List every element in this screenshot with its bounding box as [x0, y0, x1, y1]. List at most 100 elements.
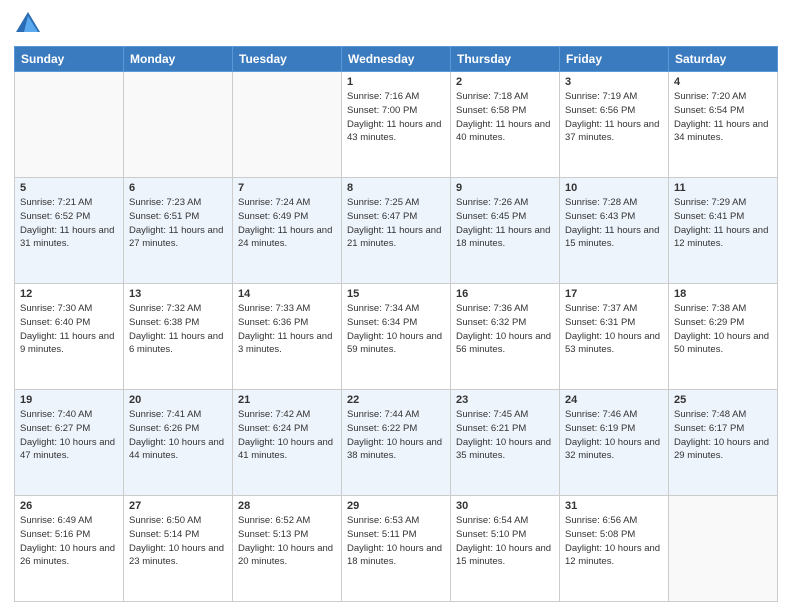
day-info: Sunrise: 7:20 AMSunset: 6:54 PMDaylight:…: [674, 90, 772, 145]
day-number: 27: [129, 500, 227, 512]
day-number: 26: [20, 500, 118, 512]
calendar-cell: 7Sunrise: 7:24 AMSunset: 6:49 PMDaylight…: [233, 178, 342, 284]
day-number: 6: [129, 182, 227, 194]
calendar-cell: 20 Sunrise: 7:41 AMSunset: 6:26 PMDayligh…: [124, 390, 233, 496]
weekday-header: Saturday: [669, 47, 778, 72]
calendar-table: SundayMondayTuesdayWednesdayThursdayFrid…: [14, 46, 778, 602]
day-info: Sunrise: 7:40 AMSunset: 6:27 PMDaylight:…: [20, 408, 118, 463]
day-number: 17: [565, 288, 663, 300]
day-info: Sunrise: 7:37 AMSunset: 6:31 PMDaylight:…: [565, 302, 663, 357]
calendar-week-row: 5Sunrise: 7:21 AMSunset: 6:52 PMDaylight…: [15, 178, 778, 284]
day-info: Sunrise: 7:44 AMSunset: 6:22 PMDaylight:…: [347, 408, 445, 463]
calendar-cell: 13 Sunrise: 7:32 AMSunset: 6:38 PMDayligh…: [124, 284, 233, 390]
calendar-cell: 16 Sunrise: 7:36 AMSunset: 6:32 PMDayligh…: [451, 284, 560, 390]
weekday-header: Tuesday: [233, 47, 342, 72]
page: SundayMondayTuesdayWednesdayThursdayFrid…: [0, 0, 792, 612]
calendar-cell: 12 Sunrise: 7:30 AMSunset: 6:40 PMDayligh…: [15, 284, 124, 390]
day-number: 13: [129, 288, 227, 300]
day-info: Sunrise: 7:32 AMSunset: 6:38 PMDaylight:…: [129, 302, 227, 357]
day-number: 8: [347, 182, 445, 194]
day-info: Sunrise: 6:54 AMSunset: 5:10 PMDaylight:…: [456, 514, 554, 569]
day-info: Sunrise: 7:46 AMSunset: 6:19 PMDaylight:…: [565, 408, 663, 463]
day-number: 3: [565, 76, 663, 88]
day-info: Sunrise: 7:23 AMSunset: 6:51 PMDaylight:…: [129, 196, 227, 251]
day-info: Sunrise: 7:48 AMSunset: 6:17 PMDaylight:…: [674, 408, 772, 463]
day-number: 12: [20, 288, 118, 300]
day-info: Sunrise: 6:52 AMSunset: 5:13 PMDaylight:…: [238, 514, 336, 569]
header: [14, 10, 778, 38]
day-info: Sunrise: 7:19 AMSunset: 6:56 PMDaylight:…: [565, 90, 663, 145]
day-number: 29: [347, 500, 445, 512]
calendar-cell: 24 Sunrise: 7:46 AMSunset: 6:19 PMDayligh…: [560, 390, 669, 496]
calendar-cell: 2 Sunrise: 7:18 AMSunset: 6:58 PMDaylight…: [451, 72, 560, 178]
calendar-week-row: 12 Sunrise: 7:30 AMSunset: 6:40 PMDayligh…: [15, 284, 778, 390]
day-number: 25: [674, 394, 772, 406]
calendar-cell: 11 Sunrise: 7:29 AMSunset: 6:41 PMDayligh…: [669, 178, 778, 284]
calendar-week-row: 19 Sunrise: 7:40 AMSunset: 6:27 PMDayligh…: [15, 390, 778, 496]
calendar-cell: [233, 72, 342, 178]
day-number: 28: [238, 500, 336, 512]
calendar-cell: 30 Sunrise: 6:54 AMSunset: 5:10 PMDayligh…: [451, 496, 560, 602]
day-info: Sunrise: 7:33 AMSunset: 6:36 PMDaylight:…: [238, 302, 336, 357]
logo-icon: [14, 10, 42, 38]
day-info: Sunrise: 7:28 AMSunset: 6:43 PMDaylight:…: [565, 196, 663, 251]
calendar-cell: 3 Sunrise: 7:19 AMSunset: 6:56 PMDaylight…: [560, 72, 669, 178]
day-number: 21: [238, 394, 336, 406]
day-number: 20: [129, 394, 227, 406]
calendar-cell: 6 Sunrise: 7:23 AMSunset: 6:51 PMDaylight…: [124, 178, 233, 284]
calendar-week-row: 26 Sunrise: 6:49 AMSunset: 5:16 PMDayligh…: [15, 496, 778, 602]
day-number: 22: [347, 394, 445, 406]
day-info: Sunrise: 6:50 AMSunset: 5:14 PMDaylight:…: [129, 514, 227, 569]
day-info: Sunrise: 7:42 AMSunset: 6:24 PMDaylight:…: [238, 408, 336, 463]
day-info: Sunrise: 7:29 AMSunset: 6:41 PMDaylight:…: [674, 196, 772, 251]
day-number: 24: [565, 394, 663, 406]
calendar-cell: [15, 72, 124, 178]
calendar-cell: 26 Sunrise: 6:49 AMSunset: 5:16 PMDayligh…: [15, 496, 124, 602]
day-number: 16: [456, 288, 554, 300]
day-info: Sunrise: 7:34 AMSunset: 6:34 PMDaylight:…: [347, 302, 445, 357]
day-info: Sunrise: 7:30 AMSunset: 6:40 PMDaylight:…: [20, 302, 118, 357]
day-info: Sunrise: 7:16 AMSunset: 7:00 PMDaylight:…: [347, 90, 445, 145]
day-info: Sunrise: 7:18 AMSunset: 6:58 PMDaylight:…: [456, 90, 554, 145]
calendar-cell: 22 Sunrise: 7:44 AMSunset: 6:22 PMDayligh…: [342, 390, 451, 496]
day-number: 15: [347, 288, 445, 300]
day-info: Sunrise: 7:36 AMSunset: 6:32 PMDaylight:…: [456, 302, 554, 357]
day-number: 11: [674, 182, 772, 194]
day-number: 1: [347, 76, 445, 88]
day-info: Sunrise: 6:53 AMSunset: 5:11 PMDaylight:…: [347, 514, 445, 569]
day-number: 18: [674, 288, 772, 300]
calendar-cell: 21 Sunrise: 7:42 AMSunset: 6:24 PMDayligh…: [233, 390, 342, 496]
calendar-cell: 5Sunrise: 7:21 AMSunset: 6:52 PMDaylight…: [15, 178, 124, 284]
day-number: 23: [456, 394, 554, 406]
day-info: Sunrise: 6:49 AMSunset: 5:16 PMDaylight:…: [20, 514, 118, 569]
day-info: Sunrise: 6:56 AMSunset: 5:08 PMDaylight:…: [565, 514, 663, 569]
day-number: 5: [20, 182, 118, 194]
calendar-cell: 10 Sunrise: 7:28 AMSunset: 6:43 PMDayligh…: [560, 178, 669, 284]
calendar-cell: 25 Sunrise: 7:48 AMSunset: 6:17 PMDayligh…: [669, 390, 778, 496]
calendar-cell: [669, 496, 778, 602]
day-number: 2: [456, 76, 554, 88]
day-number: 10: [565, 182, 663, 194]
day-number: 31: [565, 500, 663, 512]
calendar-cell: [124, 72, 233, 178]
calendar-cell: 27 Sunrise: 6:50 AMSunset: 5:14 PMDayligh…: [124, 496, 233, 602]
calendar-cell: 28 Sunrise: 6:52 AMSunset: 5:13 PMDayligh…: [233, 496, 342, 602]
weekday-header: Monday: [124, 47, 233, 72]
calendar-cell: 8 Sunrise: 7:25 AMSunset: 6:47 PMDaylight…: [342, 178, 451, 284]
day-number: 19: [20, 394, 118, 406]
calendar-cell: 23Sunrise: 7:45 AMSunset: 6:21 PMDayligh…: [451, 390, 560, 496]
calendar-cell: 9 Sunrise: 7:26 AMSunset: 6:45 PMDaylight…: [451, 178, 560, 284]
calendar-cell: 18Sunrise: 7:38 AMSunset: 6:29 PMDayligh…: [669, 284, 778, 390]
day-number: 4: [674, 76, 772, 88]
weekday-header: Sunday: [15, 47, 124, 72]
day-info: Sunrise: 7:24 AMSunset: 6:49 PMDaylight:…: [238, 196, 336, 251]
calendar-header-row: SundayMondayTuesdayWednesdayThursdayFrid…: [15, 47, 778, 72]
day-number: 9: [456, 182, 554, 194]
calendar-cell: 19 Sunrise: 7:40 AMSunset: 6:27 PMDayligh…: [15, 390, 124, 496]
day-info: Sunrise: 7:26 AMSunset: 6:45 PMDaylight:…: [456, 196, 554, 251]
day-info: Sunrise: 7:25 AMSunset: 6:47 PMDaylight:…: [347, 196, 445, 251]
day-info: Sunrise: 7:41 AMSunset: 6:26 PMDaylight:…: [129, 408, 227, 463]
day-number: 30: [456, 500, 554, 512]
weekday-header: Wednesday: [342, 47, 451, 72]
day-number: 14: [238, 288, 336, 300]
